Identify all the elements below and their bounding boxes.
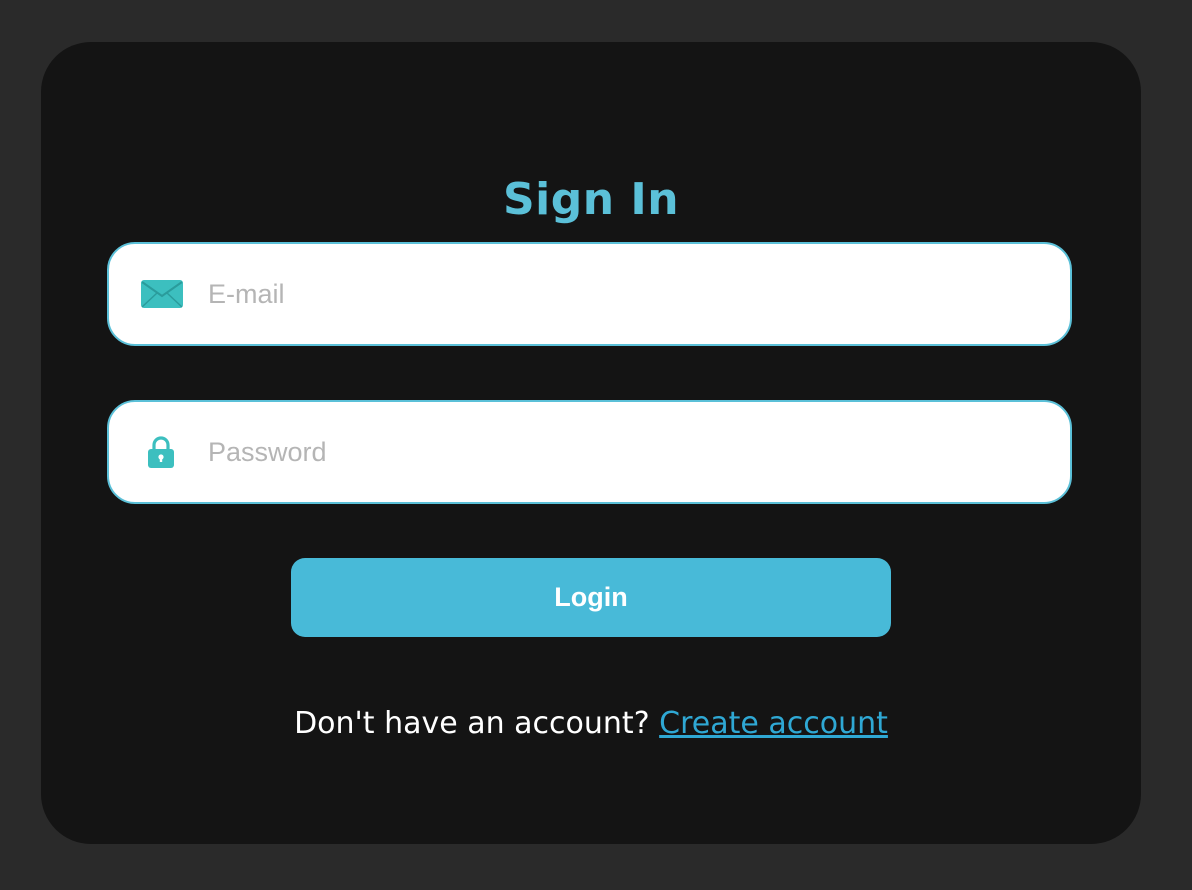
email-field[interactable]: [107, 242, 1072, 346]
sign-in-card: Sign In Login Don't have an account? Cre…: [41, 42, 1141, 844]
create-account-link[interactable]: Create account: [659, 706, 888, 741]
signup-prompt: Don't have an account? Create account: [41, 704, 1141, 744]
lock-icon: [148, 436, 174, 468]
email-input[interactable]: [208, 244, 1048, 344]
login-button[interactable]: Login: [291, 558, 891, 637]
envelope-icon: [141, 280, 183, 308]
password-input[interactable]: [208, 402, 1048, 502]
page-title: Sign In: [502, 174, 680, 225]
password-field[interactable]: [107, 400, 1072, 504]
signup-prompt-text: Don't have an account?: [294, 706, 660, 741]
